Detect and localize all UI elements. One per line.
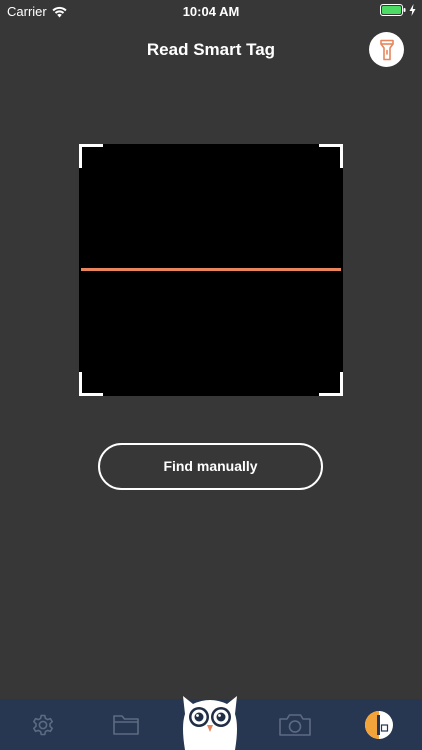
- camera-icon: [279, 713, 311, 736]
- scan-line: [81, 268, 341, 271]
- owl-logo[interactable]: [177, 690, 243, 750]
- status-time: 10:04 AM: [182, 4, 240, 19]
- tab-settings[interactable]: [22, 699, 64, 750]
- folder-icon: [113, 714, 139, 735]
- flashlight-button[interactable]: [369, 32, 404, 67]
- viewfinder-corner-top-right: [319, 144, 343, 168]
- viewfinder-corner-bottom-right: [319, 372, 343, 396]
- tab-smart-tag[interactable]: [358, 699, 400, 750]
- charging-bolt-icon: [409, 4, 416, 16]
- flashlight-icon: [379, 39, 394, 60]
- status-right: [380, 4, 416, 16]
- status-bar: Carrier 10:04 AM: [0, 0, 422, 22]
- scanner-viewfinder: [79, 144, 343, 396]
- viewfinder-corner-bottom-left: [79, 372, 103, 396]
- viewfinder-corner-top-left: [79, 144, 103, 168]
- tab-files[interactable]: [105, 699, 147, 750]
- find-manually-button[interactable]: Find manually: [98, 443, 323, 490]
- page-title: Read Smart Tag: [146, 40, 276, 59]
- smart-tag-icon: [365, 710, 393, 739]
- gear-icon: [33, 714, 53, 735]
- battery-icon: [380, 4, 406, 16]
- tab-camera[interactable]: [274, 699, 316, 750]
